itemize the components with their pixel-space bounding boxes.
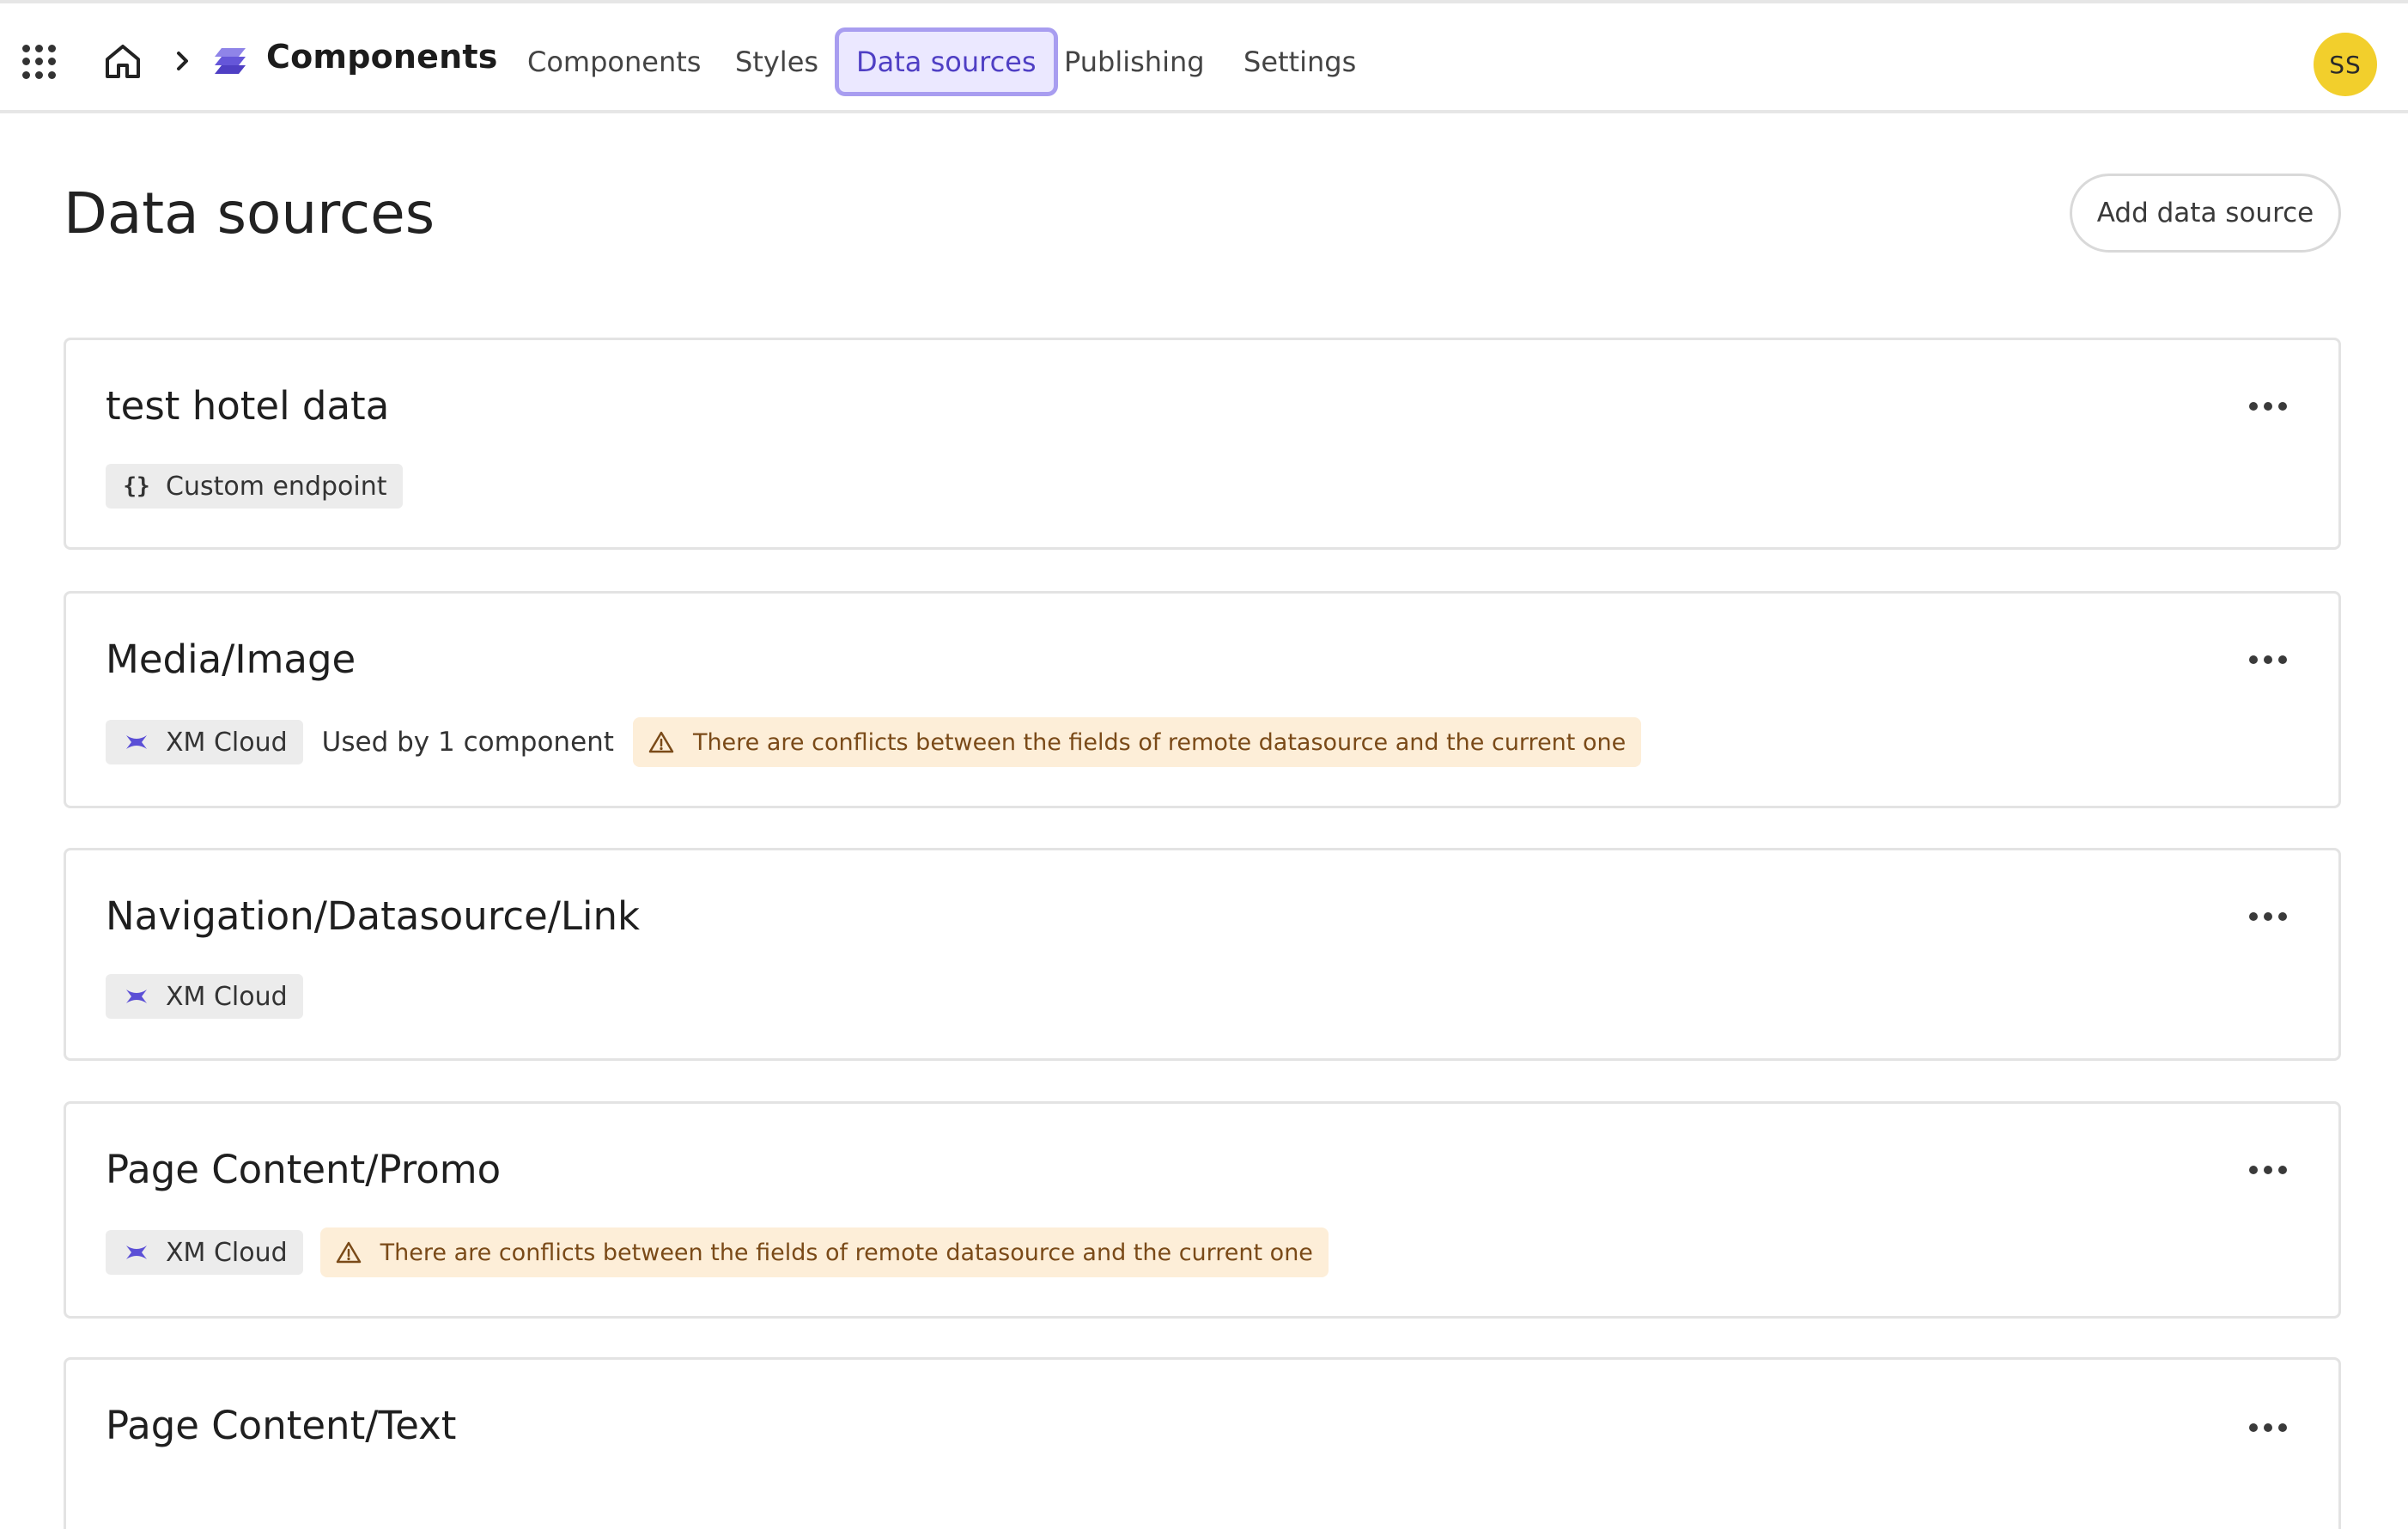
source-type-label: XM Cloud [166, 981, 288, 1012]
nav-tab-components[interactable]: Components [527, 27, 701, 96]
data-source-card[interactable]: Page Content/Text [64, 1357, 2341, 1529]
source-type-badge: {} Custom endpoint [106, 464, 403, 509]
home-icon[interactable] [103, 41, 143, 81]
source-type-label: XM Cloud [166, 727, 288, 758]
data-source-name: Media/Image [106, 637, 356, 682]
source-type-badge: XM Cloud [106, 1230, 303, 1275]
data-source-name: Page Content/Promo [106, 1147, 502, 1192]
source-type-label: XM Cloud [166, 1237, 288, 1268]
top-bar: Components Components Styles Data source… [0, 0, 2408, 113]
data-source-meta: XM Cloud There are conflicts between the… [106, 1227, 1329, 1277]
data-source-card[interactable]: test hotel data {} Custom endpoint [64, 338, 2341, 550]
nav-tab-settings[interactable]: Settings [1244, 27, 1356, 96]
more-options-icon[interactable] [2249, 400, 2287, 412]
data-source-card[interactable]: Navigation/Datasource/Link XM Cloud [64, 848, 2341, 1061]
data-source-card[interactable]: Media/Image XM Cloud Used by 1 component… [64, 591, 2341, 808]
data-source-name: test hotel data [106, 383, 390, 429]
user-avatar[interactable]: SS [2314, 33, 2377, 96]
nav-tab-styles[interactable]: Styles [735, 27, 818, 96]
more-options-icon[interactable] [2249, 1164, 2287, 1176]
data-source-meta: {} Custom endpoint [106, 464, 403, 509]
xm-cloud-icon [126, 990, 147, 1003]
data-source-meta: XM Cloud [106, 974, 303, 1019]
more-options-icon[interactable] [2249, 911, 2287, 923]
components-logo-icon [215, 48, 246, 74]
data-source-name: Navigation/Datasource/Link [106, 893, 641, 939]
data-source-meta: XM Cloud Used by 1 component There are c… [106, 717, 1642, 767]
braces-icon: {} [123, 473, 150, 499]
app-name[interactable]: Components [266, 38, 498, 76]
chevron-right-icon [177, 52, 188, 70]
usage-count: Used by 1 component [321, 727, 614, 758]
source-type-label: Custom endpoint [166, 471, 387, 502]
xm-cloud-icon [126, 1246, 147, 1259]
add-data-source-button[interactable]: Add data source [2070, 174, 2341, 253]
more-options-icon[interactable] [2249, 1422, 2287, 1434]
nav-tab-publishing[interactable]: Publishing [1064, 27, 1205, 96]
nav-tab-data-sources[interactable]: Data sources [835, 27, 1058, 96]
more-options-icon[interactable] [2249, 654, 2287, 666]
xm-cloud-icon [126, 735, 147, 749]
data-source-card[interactable]: Page Content/Promo XM Cloud There are co… [64, 1101, 2341, 1319]
app-grid-icon[interactable] [22, 45, 57, 79]
page-title: Data sources [64, 180, 435, 247]
warning-text: There are conflicts between the fields o… [380, 1239, 1313, 1266]
warning-text: There are conflicts between the fields o… [692, 728, 1627, 756]
conflict-warning: There are conflicts between the fields o… [319, 1227, 1329, 1277]
warning-icon [336, 1241, 361, 1264]
data-source-name: Page Content/Text [106, 1403, 457, 1448]
conflict-warning: There are conflicts between the fields o… [632, 717, 1642, 767]
warning-icon [648, 731, 674, 753]
source-type-badge: XM Cloud [106, 974, 303, 1019]
source-type-badge: XM Cloud [106, 720, 303, 764]
